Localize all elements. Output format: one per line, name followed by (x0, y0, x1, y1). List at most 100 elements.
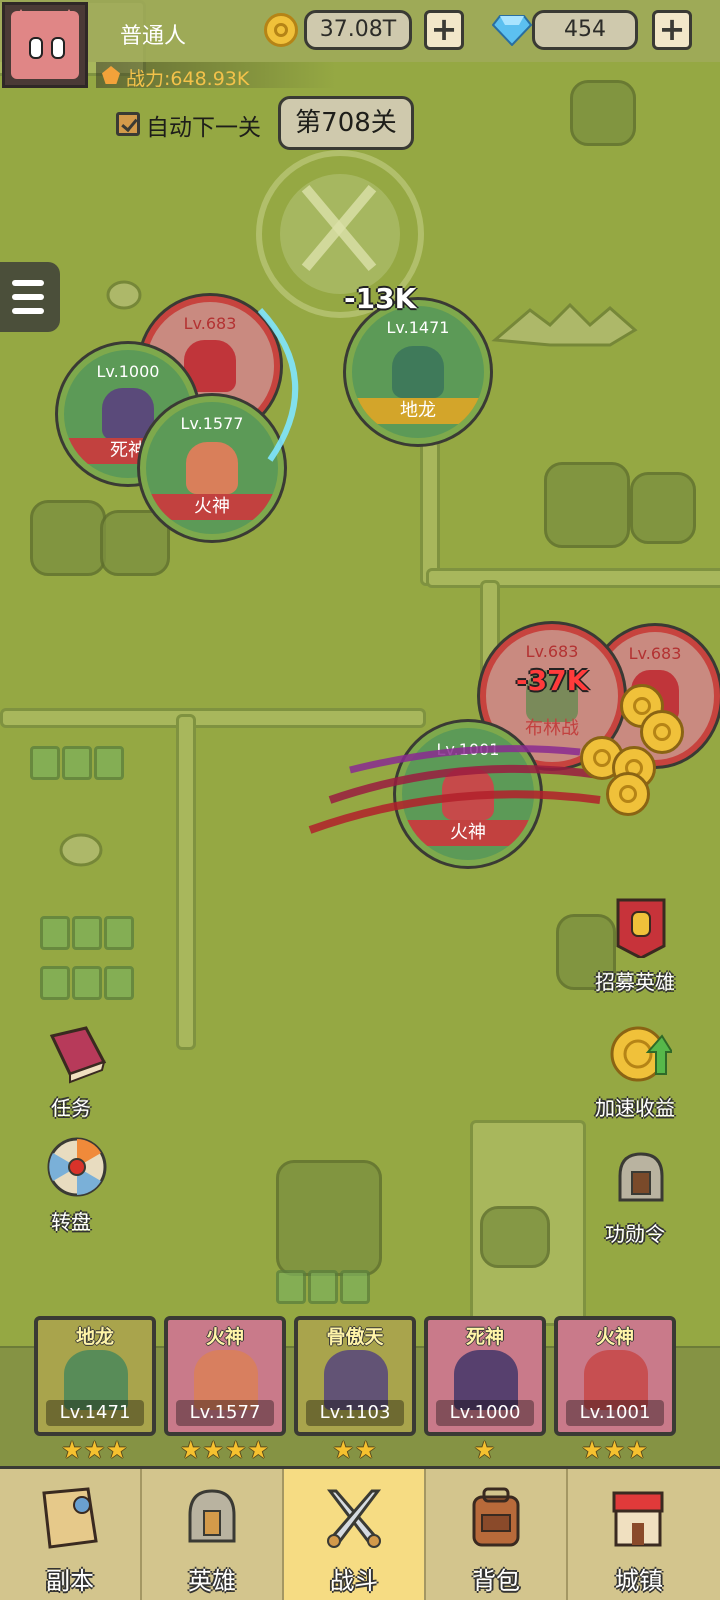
bottom-navigation: 副本 英雄 战斗 背包 城镇 (0, 1466, 720, 1600)
hero-unit: Lv.1471 地龙 (346, 300, 490, 444)
farm-plot (72, 916, 102, 950)
gem-amount: 454 (532, 10, 638, 50)
speed-up-income-label: 加速收益 (595, 1096, 675, 1120)
nav-battle[interactable]: 战斗 (284, 1469, 426, 1600)
demon-figure (184, 340, 236, 392)
hero-card-level: Lv.1001 (566, 1400, 664, 1426)
farm-plot (40, 916, 70, 950)
power-value: 战力:648.93K (126, 68, 250, 90)
unit-level: Lv.1471 (386, 318, 450, 337)
banner-helmet-icon (616, 898, 666, 958)
map-rock (630, 472, 696, 544)
skull-decoration (106, 280, 142, 310)
auto-next-checkbox[interactable] (116, 112, 140, 136)
auto-next-label[interactable]: 自动下一关 (146, 108, 261, 142)
add-gold-button[interactable]: + (424, 10, 464, 50)
hero-card-name: 死神 (465, 1326, 504, 1348)
farm-plot (40, 966, 70, 1000)
lucky-wheel-button[interactable]: 转盘 (16, 1130, 126, 1240)
nav-backpack-label: 背包 (472, 1567, 520, 1595)
skull-decoration (59, 833, 103, 867)
nav-heroes-label: 英雄 (188, 1567, 236, 1595)
hero-card[interactable]: 地龙 Lv.1471 (34, 1316, 156, 1436)
hero-card-name: 火神 (205, 1326, 244, 1348)
farm-plot (104, 966, 134, 1000)
nav-battle-label: 战斗 (330, 1567, 378, 1595)
player-name: 普通人 (120, 24, 187, 49)
unit-name: 火神 (146, 494, 278, 520)
merit-pass-button[interactable]: 功勋令 (580, 1142, 690, 1252)
helmet-icon (188, 1489, 236, 1543)
hero-stars: ★★★ (581, 1436, 649, 1464)
shop-building-icon (612, 1491, 664, 1547)
speed-up-income-button[interactable]: 加速收益 (580, 1016, 690, 1126)
stage-label: 第708关 (278, 96, 414, 150)
diamond-icon (492, 15, 532, 46)
game-screen: 普通人 37.08T + 454 + 战力:648.93K 自动下一关 第708… (0, 0, 720, 1600)
farm-plot (276, 1270, 306, 1304)
gold-coin-icon (264, 13, 298, 47)
book-icon (49, 1026, 107, 1084)
map-rock (544, 462, 630, 548)
hero-card[interactable]: 火神 Lv.1001 (554, 1316, 676, 1436)
wheel-icon (47, 1137, 107, 1197)
add-gem-button[interactable]: + (652, 10, 692, 50)
farm-plot (62, 746, 92, 780)
gold-amount: 37.08T (304, 10, 412, 50)
hero-stars: ★ (473, 1436, 497, 1464)
map-road (426, 568, 720, 588)
hero-stars: ★★★ (61, 1436, 129, 1464)
claw-slash-effect (308, 745, 601, 834)
unit-name: 地龙 (352, 398, 484, 424)
hero-card[interactable]: 死神 Lv.1000 (424, 1316, 546, 1436)
nav-backpack[interactable]: 背包 (426, 1469, 568, 1600)
nav-dungeon[interactable]: 副本 (0, 1469, 142, 1600)
nav-heroes[interactable]: 英雄 (142, 1469, 284, 1600)
map-road (0, 708, 426, 728)
farm-plot (340, 1270, 370, 1304)
hero-card-name: 火神 (595, 1326, 634, 1348)
hero-card-level: Lv.1577 (176, 1400, 274, 1426)
damage-number: -37K (516, 664, 589, 697)
fire-god-figure (185, 441, 239, 495)
task-button[interactable]: 任务 (16, 1016, 126, 1126)
merit-pass-label: 功勋令 (605, 1222, 665, 1246)
power-icon (102, 66, 120, 84)
backpack-icon (472, 1487, 520, 1547)
helmet-icon (618, 1152, 664, 1202)
unit-level: Lv.1000 (96, 362, 160, 381)
hero-card-level: Lv.1000 (436, 1400, 534, 1426)
player-avatar[interactable] (2, 2, 88, 88)
recruit-hero-button[interactable]: 招募英雄 (580, 890, 690, 1000)
unit-level: Lv.683 (525, 642, 579, 661)
dragon-skeleton-decoration (491, 302, 638, 347)
crossed-swords-icon (326, 1489, 382, 1548)
farm-plot (94, 746, 124, 780)
hamburger-icon (12, 280, 44, 286)
farm-plot (308, 1270, 338, 1304)
hero-stars: ★★★★ (179, 1436, 271, 1464)
map-ruins (276, 1160, 382, 1276)
task-label: 任务 (51, 1096, 91, 1120)
map-rock (30, 500, 106, 576)
map-road (420, 440, 440, 586)
hero-card[interactable]: 火神 Lv.1577 (164, 1316, 286, 1436)
hero-card-name: 骨傲天 (326, 1326, 384, 1348)
nav-town-label: 城镇 (615, 1567, 663, 1595)
farm-plot (104, 916, 134, 950)
coin-arrow-icon (610, 1026, 672, 1082)
nav-town[interactable]: 城镇 (568, 1469, 710, 1600)
power-display: 战力:648.93K (96, 62, 336, 90)
hero-stars: ★★ (332, 1436, 378, 1464)
map-road (176, 714, 196, 1050)
map-scroll-icon (42, 1487, 98, 1549)
nav-dungeon-label: 副本 (46, 1567, 94, 1595)
slash-effect (257, 307, 299, 462)
farm-plot (72, 966, 102, 1000)
hero-card-name: 地龙 (75, 1326, 114, 1348)
hero-card[interactable]: 骨傲天 Lv.1103 (294, 1316, 416, 1436)
map-house (480, 1206, 550, 1268)
damage-number: -13K (344, 282, 417, 315)
farm-plot (30, 746, 60, 780)
menu-button[interactable] (0, 262, 60, 332)
